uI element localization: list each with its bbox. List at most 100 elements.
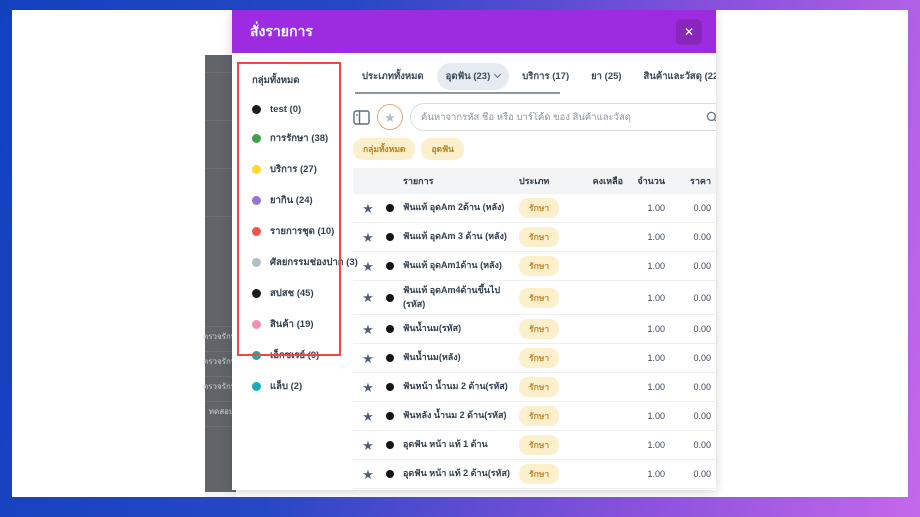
item-type-badge: รักษา <box>519 377 560 397</box>
item-price: 0.00 <box>693 292 711 303</box>
category-dot-icon <box>252 382 261 391</box>
item-dot-icon <box>386 441 394 449</box>
category-sidebar-header: กลุ่มทั้งหมด <box>252 75 300 86</box>
item-type-badge: รักษา <box>519 435 560 455</box>
category-item[interactable]: รายการชุด (10) <box>252 224 345 239</box>
category-item[interactable]: สปสช (45) <box>252 286 345 301</box>
table-row[interactable]: ★ ฟันแท้ อุดAm4ด้านขึ้นไป (รหัส) รักษา 1… <box>353 281 716 315</box>
dimmed-nav-label: ตรวจรักษ <box>203 382 234 391</box>
table-row[interactable]: ★ ฟันแท้ อุดAm 3 ด้าน (หลัง) รักษา 1.00 … <box>353 223 716 252</box>
table-row[interactable]: ★ ฟันน้ำนม(หลัง) รักษา 1.00 0.00 <box>353 344 716 373</box>
close-button[interactable]: ✕ <box>676 18 702 45</box>
category-item[interactable]: test (0) <box>252 104 345 115</box>
favorite-star-icon[interactable]: ★ <box>353 323 383 336</box>
type-tab-label: ยา (25) <box>591 70 622 82</box>
category-sidebar: กลุ่มทั้งหมด test (0) การรักษา (38) บริก… <box>232 53 358 490</box>
item-name: ฟันน้ำนม(รหัส) <box>403 323 462 334</box>
item-type-badge: รักษา <box>519 406 560 426</box>
item-price: 0.00 <box>693 353 711 363</box>
favorite-star-icon[interactable]: ★ <box>353 410 383 423</box>
table-row[interactable]: ★ ฟันหน้า น้ำนม 2 ด้าน(รหัส) รักษา 1.00 … <box>353 373 716 402</box>
table-row[interactable]: ★ ฟันหลัง น้ำนม 2 ด้าน(รหัส) รักษา 1.00 … <box>353 402 716 431</box>
search-icon <box>707 111 716 121</box>
category-item-label: การรักษา (38) <box>270 133 329 144</box>
category-dot-icon <box>252 351 261 360</box>
category-item[interactable]: แล็บ (2) <box>252 379 345 394</box>
active-filter-chips: กลุ่มทั้งหมด อุดฟัน <box>353 138 716 160</box>
item-quantity: 1.00 <box>647 440 665 450</box>
type-tabs: ประเภททั้งหมด อุดฟัน (23) บริการ (17) ยา… <box>353 61 716 91</box>
item-quantity: 1.00 <box>647 324 665 334</box>
layout-view-button[interactable] <box>353 109 370 126</box>
type-tab[interactable]: ยา (25) <box>582 63 630 90</box>
item-price: 0.00 <box>693 411 711 421</box>
table-row[interactable]: ★ อุดฟัน หน้า แท้ 2 ด้าน(รหัส) รักษา 1.0… <box>353 460 716 489</box>
filter-chip[interactable]: อุดฟัน <box>421 138 464 160</box>
item-type-badge: รักษา <box>519 319 560 339</box>
category-item[interactable]: ยากิน (24) <box>252 193 345 208</box>
gradient-frame: ตรวจรักษ ตรวจรักษ ตรวจรักษ ทดสอบ สั่งราย… <box>0 0 920 517</box>
category-item-label: สปสช (45) <box>270 288 314 299</box>
item-price: 0.00 <box>693 261 711 271</box>
dimmed-nav-label: ตรวจรักษ <box>203 332 234 341</box>
item-name: ฟันแท้ อุดAm 3 ด้าน (หลัง) <box>403 231 507 242</box>
item-quantity: 1.00 <box>647 411 665 421</box>
favorite-star-icon[interactable]: ★ <box>353 352 383 365</box>
favorite-star-icon[interactable]: ★ <box>353 468 383 481</box>
favorite-star-icon[interactable]: ★ <box>353 231 383 244</box>
item-dot-icon <box>386 262 394 270</box>
type-tab[interactable]: อุดฟัน (23) <box>436 62 510 90</box>
item-dot-icon <box>386 383 394 391</box>
item-dot-icon <box>386 325 394 333</box>
chevron-down-icon <box>494 70 502 79</box>
category-item[interactable]: ศัลยกรรมช่องปาก (3) <box>252 255 358 270</box>
favorite-filter-button[interactable]: ★ <box>377 104 403 130</box>
item-name: ฟันแท้ อุดAm4ด้านขึ้นไป (รหัส) <box>403 285 501 309</box>
item-quantity: 1.00 <box>647 261 665 271</box>
filter-chip[interactable]: กลุ่มทั้งหมด <box>353 138 416 160</box>
item-quantity: 1.00 <box>647 232 665 242</box>
table-row[interactable]: ★ ฟันแท้ อุดAm 2ด้าน (หลัง) รักษา 1.00 0… <box>353 194 716 223</box>
category-item-label: test (0) <box>270 104 302 115</box>
item-price: 0.00 <box>693 232 711 242</box>
table-row[interactable]: ★ ฟันน้ำนม(รหัส) รักษา 1.00 0.00 <box>353 315 716 344</box>
favorite-star-icon[interactable]: ★ <box>353 202 383 215</box>
type-tab-label: อุดฟัน (23) <box>445 70 491 82</box>
category-item[interactable]: การรักษา (38) <box>252 131 345 146</box>
favorite-star-icon[interactable]: ★ <box>353 260 383 273</box>
dimmed-nav-label: ตรวจรักษ <box>203 357 234 366</box>
item-type-badge: รักษา <box>519 287 560 308</box>
type-tab[interactable]: บริการ (17) <box>513 63 578 90</box>
table-row[interactable]: ★ อุดฟัน หน้า แท้ 1 ด้าน รักษา 1.00 0.00 <box>353 431 716 460</box>
category-item[interactable]: สินค้า (19) <box>252 317 345 332</box>
search-box <box>410 103 716 131</box>
item-name: ฟันหน้า น้ำนม 2 ด้าน(รหัส) <box>403 381 508 392</box>
type-tab[interactable]: สินค้าและวัสดุ (22) <box>635 63 716 90</box>
category-item-label: รายการชุด (10) <box>270 226 335 237</box>
table-row[interactable]: ★ ฟันแท้ อุดAm1ด้าน (หลัง) รักษา 1.00 0.… <box>353 252 716 281</box>
favorite-star-icon[interactable]: ★ <box>353 291 383 304</box>
column-header: ประเภท <box>519 176 550 186</box>
column-header: คงเหลือ <box>592 176 623 186</box>
item-price: 0.00 <box>693 203 711 213</box>
category-item[interactable]: เอ็กซเรย์ (9) <box>252 348 345 363</box>
star-icon: ★ <box>384 109 396 125</box>
table-row[interactable]: ★ อุดฟัน หน้า น้ำนม 1 รักษา 1.00 0.00 <box>353 489 716 490</box>
layout-view-icon <box>353 109 370 125</box>
type-tab[interactable]: ประเภททั้งหมด <box>353 63 433 90</box>
category-item[interactable]: บริการ (27) <box>252 162 345 177</box>
search-input[interactable] <box>421 111 701 123</box>
category-item-label: เอ็กซเรย์ (9) <box>270 350 320 361</box>
item-dot-icon <box>386 354 394 362</box>
item-name: ฟันน้ำนม(หลัง) <box>403 352 461 363</box>
favorite-star-icon[interactable]: ★ <box>353 381 383 394</box>
page-background: ตรวจรักษ ตรวจรักษ ตรวจรักษ ทดสอบ สั่งราย… <box>12 10 908 497</box>
close-icon: ✕ <box>683 24 695 39</box>
item-type-badge: รักษา <box>519 348 560 368</box>
type-tab-label: บริการ (17) <box>522 70 570 82</box>
item-name: ฟันหลัง น้ำนม 2 ด้าน(รหัส) <box>403 410 507 421</box>
item-type-badge: รักษา <box>519 464 560 484</box>
favorite-star-icon[interactable]: ★ <box>353 439 383 452</box>
category-dot-icon <box>252 289 261 298</box>
item-quantity: 1.00 <box>647 292 665 303</box>
